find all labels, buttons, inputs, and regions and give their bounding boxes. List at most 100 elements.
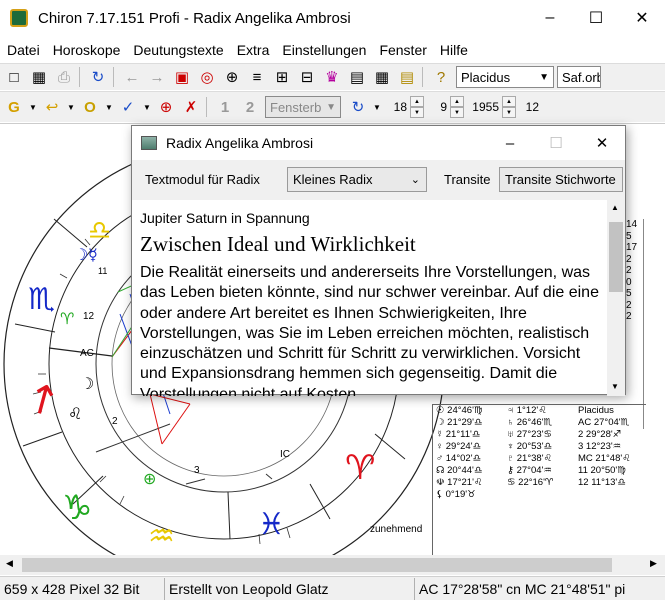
interpretation-text: Jupiter Saturn in Spannung Zwischen Idea… [132, 200, 607, 396]
dropdown-arrow-icon[interactable]: ▼ [372, 96, 382, 118]
grid-icon[interactable]: ▤ [346, 66, 368, 88]
table-row: ☽ 21°29'♎ ♄ 26°46'♏ AC 27°04'♏ [436, 417, 630, 428]
mercury-icon: ☿ [88, 245, 98, 264]
aquarius-icon: ♒ [148, 519, 175, 554]
spin-up-icon[interactable]: ▲ [502, 96, 516, 107]
window-title: Chiron 7.17.151 Profi - Radix Angelika A… [38, 9, 351, 27]
table-icon[interactable]: ⊟ [296, 66, 318, 88]
house-system-select[interactable]: Placidus ▼ [456, 66, 554, 88]
venus-icon: ♈ [60, 309, 74, 328]
dialog-toolbar: Textmodul für Radix Kleines Radix ⌄ Tran… [132, 160, 625, 200]
table-row: ☊ 20°44'♎ ⚷ 27°04'♒ 11 20°50'♍ [436, 465, 626, 476]
back-arrow-icon[interactable]: ← [121, 66, 143, 88]
interpretation-dialog: Radix Angelika Ambrosi – ☐ ✕ Textmodul f… [131, 125, 626, 396]
menu-einstellungen[interactable]: Einstellungen [275, 42, 372, 58]
pluto-icon: ♌ [68, 404, 82, 423]
print-icon[interactable]: ⎙ [53, 66, 75, 88]
save-icon[interactable]: ▦ [28, 66, 50, 88]
dialog-title-bar: Radix Angelika Ambrosi – ☐ ✕ [132, 126, 625, 160]
status-author: Erstellt von Leopold Glatz [165, 577, 415, 600]
composite-chart-icon[interactable]: ◎ [196, 66, 218, 88]
module-label: Textmodul für Radix [145, 172, 260, 187]
dropdown-arrow-icon[interactable]: ▼ [28, 96, 38, 118]
table-row: ☉ 24°46'♍ ♃ 1°12'♌ Placidus [436, 405, 614, 416]
radix-chart-icon[interactable]: ▣ [171, 66, 193, 88]
dropdown-arrow-icon[interactable]: ▼ [104, 96, 114, 118]
table-row: ♀ 29°24'♎ ♆ 20°53'♎ 3 12°23'♒ [436, 441, 622, 452]
ephemeris-icon[interactable]: ⊞ [271, 66, 293, 88]
ac-label: AC [80, 348, 94, 359]
dialog-close-button[interactable]: ✕ [579, 126, 625, 160]
window-select[interactable]: Fensterb ▼ [265, 96, 341, 118]
dropdown-arrow-icon[interactable]: ▼ [66, 96, 76, 118]
dialog-minimize-button[interactable]: – [487, 126, 533, 160]
scroll-left-icon[interactable]: ◀ [6, 558, 13, 569]
scroll-down-icon[interactable]: ▼ [611, 382, 619, 391]
aries-icon: ♈ [345, 448, 375, 488]
hour-spinner[interactable]: 12 [520, 96, 542, 118]
menu-hilfe[interactable]: Hilfe [433, 42, 474, 58]
transits-label: Transite [444, 172, 491, 187]
glyph-g-icon[interactable]: G [3, 96, 25, 118]
spin-up-icon[interactable]: ▲ [410, 96, 424, 107]
maximize-button[interactable]: ☐ [573, 0, 619, 36]
app-icon [10, 9, 28, 27]
scroll-up-icon[interactable]: ▲ [611, 203, 619, 212]
dialog-scroll-thumb[interactable] [609, 222, 623, 292]
chart-one-button[interactable]: 1 [214, 96, 236, 118]
transits-keywords-button[interactable]: Transite Stichworte [499, 167, 623, 192]
menu-datei[interactable]: Datei [0, 42, 46, 58]
help-icon[interactable]: ? [430, 66, 452, 88]
main-toolbar: □ ▦ ⎙ ↻ ← → ▣ ◎ ⊕ ≡ ⊞ ⊟ ♛ ▤ ▦ ▤ ? Placid… [0, 63, 665, 90]
cross-out-icon[interactable]: ✗ [180, 96, 202, 118]
module-select[interactable]: Kleines Radix ⌄ [287, 167, 427, 192]
circle-icon[interactable]: O [79, 96, 101, 118]
undo-shape-icon[interactable]: ↩ [41, 96, 63, 118]
spin-down-icon[interactable]: ▼ [410, 107, 424, 118]
house-2-label: 2 [112, 416, 118, 427]
menu-fenster[interactable]: Fenster [372, 42, 432, 58]
wheel-icon[interactable]: ⊕ [221, 66, 243, 88]
library-select[interactable]: Saf.orb [557, 66, 601, 88]
spin-down-icon[interactable]: ▼ [502, 107, 516, 118]
crown-icon[interactable]: ♛ [321, 66, 343, 88]
minimize-button[interactable]: – [527, 0, 573, 36]
month-spinner[interactable]: 9 ▲ ▼ [428, 96, 464, 118]
table-row: ☿ 21°11'♎ ♅ 27°23'♋ 2 29°28'♐ [436, 429, 622, 440]
horizontal-scrollbar[interactable]: ◀ ▶ [0, 555, 665, 575]
spin-up-icon[interactable]: ▲ [450, 96, 464, 107]
menu-horoskope[interactable]: Horoskope [46, 42, 127, 58]
day-spinner[interactable]: 18 ▲ ▼ [388, 96, 424, 118]
table-row: ☫ 17°21'♌ ♋ 22°16'♈ 12 11°13'♎ [436, 477, 626, 488]
dialog-vertical-scrollbar[interactable]: ▲ ▼ [607, 200, 625, 396]
menu-deutungstexte[interactable]: Deutungstexte [126, 42, 229, 58]
crosshair-icon[interactable]: ⊕ [155, 96, 177, 118]
menu-extra[interactable]: Extra [230, 42, 276, 58]
positions-table: ☉ 24°46'♍ ♃ 1°12'♌ Placidus ☽ 21°29'♎ ♄ … [432, 404, 646, 555]
dialog-maximize-button[interactable]: ☐ [533, 126, 579, 160]
status-image-info: 659 x 428 Pixel 32 Bit [0, 577, 165, 600]
scroll-right-icon[interactable]: ▶ [650, 558, 657, 569]
sagittarius-icon: ↗ [17, 371, 69, 428]
close-button[interactable]: ✕ [619, 0, 665, 36]
refresh-icon[interactable]: ↻ [347, 96, 369, 118]
redraw-icon[interactable]: ↻ [87, 66, 109, 88]
checkmark-icon[interactable]: ✓ [117, 96, 139, 118]
chart-two-button[interactable]: 2 [239, 96, 261, 118]
degree-label: 11 [98, 266, 107, 276]
text-document-icon[interactable]: ▤ [396, 66, 418, 88]
aspect-list-icon[interactable]: ≡ [246, 66, 268, 88]
columns-icon[interactable]: ▦ [371, 66, 393, 88]
spin-down-icon[interactable]: ▼ [450, 107, 464, 118]
new-file-icon[interactable]: □ [3, 66, 25, 88]
table-row: ⚸ 0°19'♉ [436, 489, 476, 500]
moon-icon: ☽ [74, 245, 88, 264]
scroll-thumb[interactable] [22, 558, 612, 572]
divider [643, 219, 644, 429]
forward-arrow-icon[interactable]: → [146, 66, 168, 88]
dropdown-arrow-icon[interactable]: ▼ [142, 96, 152, 118]
dialog-title: Radix Angelika Ambrosi [166, 135, 314, 151]
interpretation-heading: Zwischen Ideal und Wirklichkeit [140, 232, 416, 256]
chevron-down-icon: ⌄ [410, 174, 420, 186]
year-spinner[interactable]: 1955 ▲ ▼ [468, 96, 516, 118]
